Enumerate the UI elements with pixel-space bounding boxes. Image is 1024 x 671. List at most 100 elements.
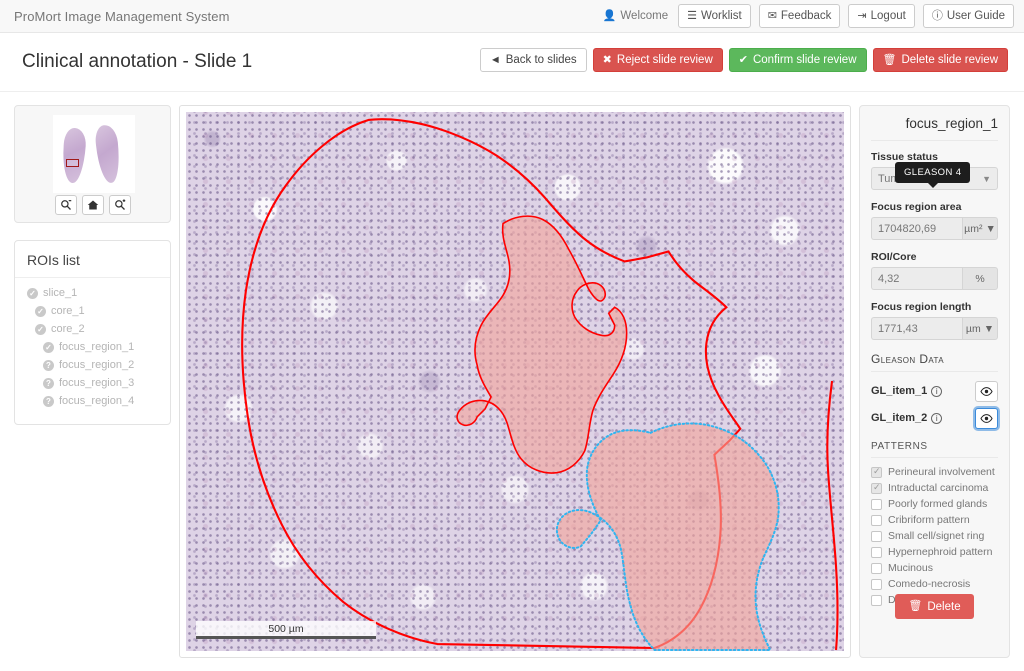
gleason-item-2-label: GL_item_2 [871, 412, 928, 424]
user-guide-label: User Guide [946, 10, 1005, 22]
rois-list-panel: ROIs list ✓ slice_1 ✓ core_1 ✓ core_2 ✓ … [14, 240, 171, 425]
delete-focus-region-button[interactable]: 🗑 Delete [895, 594, 974, 619]
focus-region-area-value: 1704820,69 [878, 222, 937, 235]
chevron-down-icon: ▼ [985, 222, 996, 235]
pattern-row-perineural-involvement[interactable]: Perineural involvement [871, 466, 998, 478]
focus-region-length-unit: µm [965, 322, 981, 335]
pattern-row-poorly-formed-glands[interactable]: Poorly formed glands [871, 498, 998, 510]
roi-core-unit: % [962, 267, 998, 290]
pattern-label: Small cell/signet ring [888, 530, 985, 542]
times-circle-icon: ✖ [602, 53, 612, 66]
roi-core-group: ROI/Core 4,32 % [871, 251, 998, 290]
delete-button-label: Delete [927, 600, 961, 613]
home-button[interactable] [81, 195, 104, 215]
roi-core-input-group: 4,32 % [871, 267, 998, 290]
user-icon: 👤 [602, 9, 617, 22]
roi-item-focus-region-4[interactable]: ? focus_region_4 [15, 392, 170, 410]
roi-core-input[interactable]: 4,32 [871, 267, 962, 290]
worklist-button[interactable]: ☰ Worklist [678, 4, 751, 28]
slide-thumbnail-image[interactable] [53, 115, 135, 193]
info-circle-icon: ⓘ [931, 9, 943, 22]
zoom-out-button[interactable] [54, 195, 77, 215]
question-circle-icon: ? [43, 377, 54, 389]
info-circle-icon[interactable]: i [931, 385, 943, 397]
gleason-item-2-row: GL_item_2 i [871, 407, 998, 429]
details-panel-title: focus_region_1 [871, 116, 998, 141]
focus-region-length-unit-select[interactable]: µm ▼ [962, 317, 998, 340]
pattern-checkbox[interactable] [871, 498, 882, 510]
focus-region-area-unit-select[interactable]: µm² ▼ [962, 217, 998, 240]
scale-bar-label: 500 µm [268, 623, 304, 635]
gleason-item-1-row: GL_item_1 i [871, 380, 998, 402]
navbar-right-group: 👤 Welcome ☰ Worklist ✉ Feedback ⇥ Logout… [603, 4, 1014, 28]
pattern-label: Comedo-necrosis [888, 578, 971, 590]
scale-bar-line [196, 636, 376, 639]
roi-item-core-1[interactable]: ✓ core_1 [15, 302, 170, 320]
gleason-item-1-visibility-button[interactable] [975, 380, 998, 402]
gleason-item-1-label: GL_item_1 [871, 385, 928, 397]
question-circle-icon: ? [43, 359, 54, 371]
focus-region-1-annotation [456, 215, 628, 474]
pattern-checkbox[interactable] [871, 578, 882, 590]
pattern-row-comedo-necrosis[interactable]: Comedo-necrosis [871, 578, 998, 590]
pattern-checkbox[interactable] [871, 514, 882, 526]
check-circle-icon: ✔ [738, 53, 748, 66]
roi-item-label: focus_region_2 [59, 359, 135, 371]
check-circle-icon: ✓ [27, 287, 38, 299]
info-circle-icon[interactable]: i [931, 412, 943, 424]
focus-region-length-label: Focus region length [871, 301, 972, 313]
pattern-row-cribriform-pattern[interactable]: Cribriform pattern [871, 514, 998, 526]
pattern-checkbox[interactable] [871, 546, 882, 558]
pattern-checkbox[interactable] [871, 466, 882, 478]
confirm-slide-review-label: Confirm slide review [752, 54, 857, 66]
trash-icon: 🗑 [908, 600, 923, 612]
roi-item-core-2[interactable]: ✓ core_2 [15, 320, 170, 338]
slide-viewer-canvas[interactable]: 500 µm [186, 112, 844, 651]
pattern-row-small-cell-signet-ring[interactable]: Small cell/signet ring [871, 530, 998, 542]
pattern-checkbox[interactable] [871, 530, 882, 542]
roi-item-focus-region-3[interactable]: ? focus_region_3 [15, 374, 170, 392]
roi-item-label: focus_region_3 [59, 377, 135, 389]
thumbnail-core-left [61, 127, 87, 184]
logout-button[interactable]: ⇥ Logout [848, 4, 915, 28]
reject-slide-review-button[interactable]: ✖ Reject slide review [592, 48, 723, 72]
gleason-data-header: Gleason Data [871, 352, 998, 372]
gleason-item-2-visibility-button[interactable] [975, 407, 998, 429]
page-title: Clinical annotation - Slide 1 [22, 51, 253, 72]
pattern-row-intraductal-carcinoma[interactable]: Intraductal carcinoma [871, 482, 998, 494]
pattern-label: Hypernephroid pattern [888, 546, 993, 558]
pattern-row-mucinous[interactable]: Mucinous [871, 562, 998, 574]
back-to-slides-button[interactable]: ◄ Back to slides [479, 48, 587, 72]
pattern-row-hypernephroid-pattern[interactable]: Hypernephroid pattern [871, 546, 998, 558]
feedback-label: Feedback [780, 10, 832, 22]
focus-region-length-input[interactable]: 1771,43 [871, 317, 962, 340]
app-brand: ProMort Image Management System [14, 8, 230, 24]
roi-item-slice-1[interactable]: ✓ slice_1 [15, 284, 170, 302]
arrow-left-icon: ◄ [489, 53, 501, 66]
roi-item-focus-region-1[interactable]: ✓ focus_region_1 [15, 338, 170, 356]
annotation-overlay [241, 118, 839, 651]
focus-region-length-group: Focus region length 1771,43 µm ▼ [871, 301, 998, 340]
pattern-checkbox[interactable] [871, 562, 882, 574]
question-circle-icon: ? [43, 395, 54, 407]
thumbnail-core-right [94, 124, 122, 184]
zoom-in-button[interactable] [108, 195, 131, 215]
confirm-slide-review-button[interactable]: ✔ Confirm slide review [728, 48, 867, 72]
pattern-label: Poorly formed glands [888, 498, 988, 510]
roi-core-value: 4,32 [878, 272, 900, 285]
focus-region-area-input[interactable]: 1704820,69 [871, 217, 962, 240]
pattern-label: Perineural involvement [888, 466, 995, 478]
feedback-button[interactable]: ✉ Feedback [758, 4, 841, 28]
delete-slide-review-button[interactable]: 🗑 Delete slide review [872, 48, 1008, 72]
core-outline-right-edge [826, 380, 839, 651]
roi-item-focus-region-2[interactable]: ? focus_region_2 [15, 356, 170, 374]
trash-icon: 🗑 [882, 53, 897, 66]
back-to-slides-label: Back to slides [505, 54, 577, 66]
focus-region-area-unit: µm² [964, 222, 983, 235]
user-guide-button[interactable]: ⓘ User Guide [922, 4, 1014, 28]
chevron-down-icon: ▼ [983, 322, 995, 335]
roi-item-label: core_2 [51, 323, 85, 335]
focus-region-area-group: Focus region area 1704820,69 µm² ▼ [871, 201, 998, 240]
focus-region-area-input-group: 1704820,69 µm² ▼ [871, 217, 998, 240]
pattern-checkbox[interactable] [871, 482, 882, 494]
